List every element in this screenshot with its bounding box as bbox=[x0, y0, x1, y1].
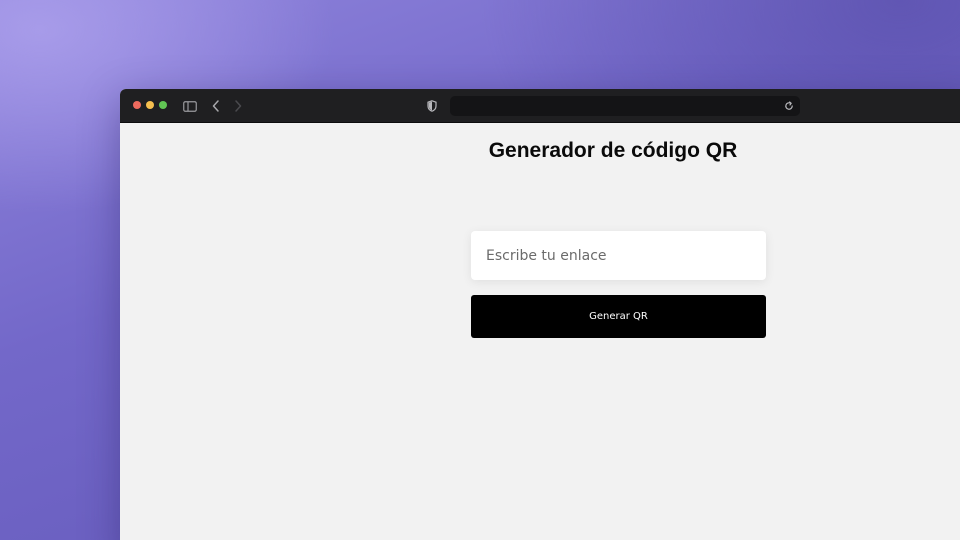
page-content: Generador de código QR Generar QR bbox=[120, 123, 960, 540]
generate-qr-button[interactable]: Generar QR bbox=[471, 295, 766, 338]
browser-window: Generador de código QR Generar QR bbox=[120, 89, 960, 540]
close-window-button[interactable] bbox=[133, 101, 141, 109]
link-input[interactable] bbox=[471, 231, 766, 280]
maximize-window-button[interactable] bbox=[159, 101, 167, 109]
browser-toolbar bbox=[120, 89, 960, 123]
chevron-left-icon[interactable] bbox=[210, 98, 222, 114]
sidebar-icon[interactable] bbox=[182, 98, 198, 114]
chevron-right-icon[interactable] bbox=[232, 98, 244, 114]
address-bar[interactable] bbox=[450, 96, 800, 116]
minimize-window-button[interactable] bbox=[146, 101, 154, 109]
page-title: Generador de código QR bbox=[488, 139, 738, 162]
shield-icon[interactable] bbox=[426, 98, 438, 114]
reload-icon[interactable] bbox=[782, 99, 796, 113]
